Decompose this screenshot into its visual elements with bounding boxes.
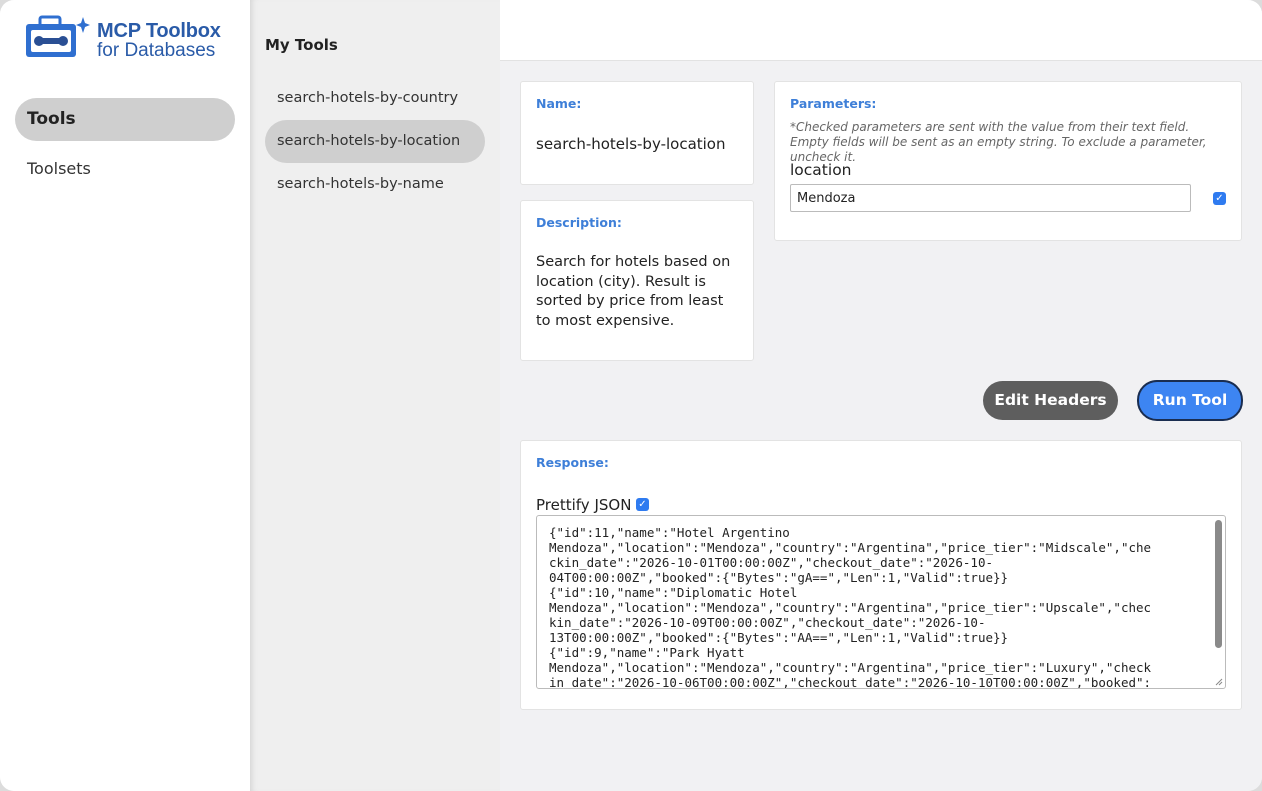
app-logo[interactable]: MCP Toolbox for Databases xyxy=(26,14,236,64)
toolbox-icon xyxy=(26,15,90,57)
response-scrollbar[interactable] xyxy=(1215,520,1222,648)
location-input[interactable] xyxy=(790,184,1191,212)
nav-item-tools[interactable]: Tools xyxy=(15,98,235,141)
logo-text: MCP Toolbox for Databases xyxy=(97,21,221,61)
main-panel: Name: search-hotels-by-location Descript… xyxy=(500,0,1262,791)
tool-item-search-hotels-by-name[interactable]: search-hotels-by-name xyxy=(265,163,485,206)
prettify-json-checkbox[interactable]: ✓ xyxy=(636,498,649,511)
response-output[interactable]: {"id":11,"name":"Hotel Argentino Mendoza… xyxy=(536,515,1226,689)
tool-name: search-hotels-by-location xyxy=(536,135,726,153)
edit-headers-button[interactable]: Edit Headers xyxy=(983,381,1118,420)
parameters-label: Parameters: xyxy=(790,96,877,111)
location-include-checkbox[interactable]: ✓ xyxy=(1213,192,1226,205)
response-label: Response: xyxy=(536,455,609,470)
tool-list-panel: My Tools search-hotels-by-country search… xyxy=(250,0,500,791)
app-window: MCP Toolbox for Databases Tools Toolsets… xyxy=(0,0,1262,791)
tool-name-card: Name: search-hotels-by-location xyxy=(520,81,754,185)
prettify-json-label: Prettify JSON xyxy=(536,496,632,514)
logo-title: MCP Toolbox xyxy=(97,20,221,42)
name-label: Name: xyxy=(536,96,582,111)
tool-description-card: Description: Search for hotels based on … xyxy=(520,200,754,361)
sidebar: MCP Toolbox for Databases Tools Toolsets xyxy=(0,0,250,791)
parameters-note: *Checked parameters are sent with the va… xyxy=(790,120,1207,164)
nav-item-toolsets[interactable]: Toolsets xyxy=(15,147,235,190)
tool-item-search-hotels-by-location[interactable]: search-hotels-by-location xyxy=(265,120,485,163)
run-tool-button[interactable]: Run Tool xyxy=(1137,380,1243,421)
resize-grip-icon[interactable] xyxy=(1215,678,1223,686)
response-text: {"id":11,"name":"Hotel Argentino Mendoza… xyxy=(549,525,1152,689)
tool-list-title: My Tools xyxy=(265,36,338,54)
tool-description: Search for hotels based on location (cit… xyxy=(536,254,731,329)
description-label: Description: xyxy=(536,215,622,230)
parameter-name-location: location xyxy=(790,161,852,179)
tool-item-search-hotels-by-country[interactable]: search-hotels-by-country xyxy=(265,77,485,120)
parameters-card: Parameters: *Checked parameters are sent… xyxy=(774,81,1242,241)
logo-subtitle: for Databases xyxy=(97,40,216,61)
top-bar xyxy=(500,0,1262,61)
response-card: Response: Prettify JSON ✓ {"id":11,"name… xyxy=(520,440,1242,710)
